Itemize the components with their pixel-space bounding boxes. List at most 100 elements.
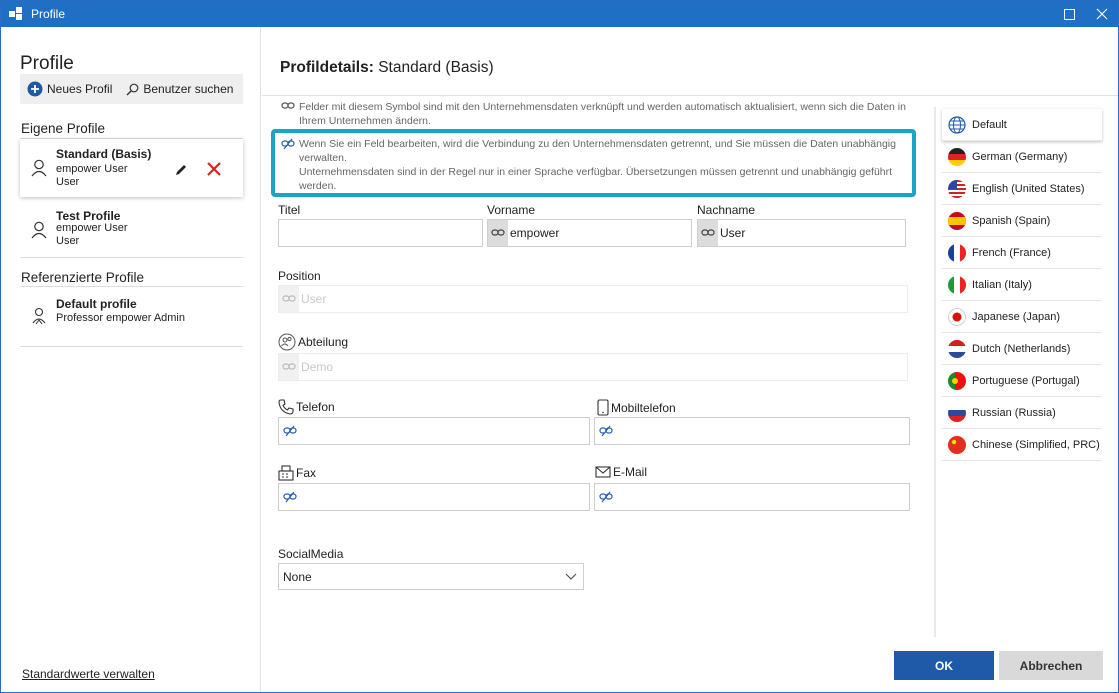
flag-italy-icon bbox=[948, 275, 966, 294]
close-button[interactable] bbox=[1087, 1, 1117, 27]
language-label: Portuguese (Portugal) bbox=[972, 374, 1080, 387]
language-item-spanish[interactable]: Spanish (Spain) bbox=[942, 205, 1102, 237]
page-title: Profildetails: Standard (Basis) bbox=[280, 59, 494, 77]
info-translation-text: Unternehmensdaten sind in der Regel nur … bbox=[299, 166, 893, 192]
search-user-button[interactable]: Benutzer suchen bbox=[126, 82, 233, 96]
language-label: English (United States) bbox=[972, 182, 1085, 195]
language-item-dutch[interactable]: Dutch (Netherlands) bbox=[942, 333, 1102, 365]
link-icon bbox=[698, 220, 718, 246]
profile-user: empower User bbox=[56, 222, 128, 234]
info-unlinked-fields: Wenn Sie ein Feld bearbeiten, wird die V… bbox=[281, 137, 911, 193]
divider bbox=[20, 286, 243, 287]
divider bbox=[20, 346, 243, 347]
language-label: German (Germany) bbox=[972, 150, 1068, 163]
titel-label: Titel bbox=[278, 203, 301, 217]
flag-netherlands-icon bbox=[948, 339, 966, 358]
flag-spain-icon bbox=[948, 211, 966, 230]
info-linked-text: Felder mit diesem Symbol sind mit den Un… bbox=[299, 101, 906, 127]
ok-button[interactable]: OK bbox=[894, 651, 994, 680]
search-icon bbox=[126, 83, 139, 96]
unlink-icon bbox=[283, 491, 297, 503]
profile-user: Professor empower Admin bbox=[56, 312, 185, 324]
telefon-input[interactable] bbox=[278, 417, 590, 445]
flag-russia-icon bbox=[948, 403, 966, 422]
flag-usa-icon bbox=[948, 179, 966, 198]
language-label: Dutch (Netherlands) bbox=[972, 342, 1071, 355]
department-icon bbox=[278, 333, 296, 351]
language-item-german[interactable]: German (Germany) bbox=[942, 141, 1102, 173]
sidebar-heading: Profile bbox=[20, 53, 74, 74]
email-input[interactable] bbox=[594, 483, 910, 511]
language-item-japanese[interactable]: Japanese (Japan) bbox=[942, 301, 1102, 333]
profile-name: Standard (Basis) bbox=[56, 147, 152, 161]
fax-label: Fax bbox=[278, 465, 316, 481]
language-list: Default German (Germany) English (United… bbox=[942, 109, 1102, 461]
divider bbox=[20, 257, 243, 258]
titel-input[interactable] bbox=[278, 219, 483, 247]
mobile-phone-icon bbox=[597, 399, 609, 416]
language-item-russian[interactable]: Russian (Russia) bbox=[942, 397, 1102, 429]
language-label: Russian (Russia) bbox=[972, 406, 1056, 419]
nachname-input[interactable]: User bbox=[697, 219, 906, 247]
mobiltelefon-label: Mobiltelefon bbox=[597, 399, 676, 416]
profile-item-standard[interactable]: Standard (Basis) empower User User bbox=[20, 139, 243, 197]
language-item-italian[interactable]: Italian (Italy) bbox=[942, 269, 1102, 301]
cancel-button[interactable]: Abbrechen bbox=[999, 651, 1103, 680]
info-linked-fields: Felder mit diesem Symbol sind mit den Un… bbox=[281, 100, 911, 128]
new-profile-button[interactable]: Neues Profil bbox=[27, 81, 112, 97]
new-profile-label: Neues Profil bbox=[47, 82, 113, 96]
abteilung-label: Abteilung bbox=[278, 333, 348, 351]
language-item-default[interactable]: Default bbox=[942, 109, 1102, 141]
fax-input[interactable] bbox=[278, 483, 590, 511]
link-icon bbox=[281, 101, 295, 115]
language-divider bbox=[934, 107, 936, 637]
profile-name: Default profile bbox=[56, 297, 137, 311]
language-label: Italian (Italy) bbox=[972, 278, 1032, 291]
vorname-label: Vorname bbox=[487, 203, 536, 217]
position-label: Position bbox=[278, 269, 321, 283]
language-label: Default bbox=[972, 118, 1007, 131]
manage-defaults-link[interactable]: Standardwerte verwalten bbox=[22, 667, 155, 681]
plus-circle-icon bbox=[27, 81, 43, 97]
profile-details-panel: Profildetails: Standard (Basis) Felder m… bbox=[262, 27, 1118, 692]
unlink-icon bbox=[599, 425, 613, 437]
unlink-icon bbox=[283, 425, 297, 437]
language-item-chinese[interactable]: Chinese (Simplified, PRC) bbox=[942, 429, 1102, 461]
flag-japan-icon bbox=[948, 307, 966, 326]
language-label: Spanish (Spain) bbox=[972, 214, 1051, 227]
profile-window: Profile Profile Neues Profil Benutzer su… bbox=[0, 0, 1119, 693]
sidebar-toolbar: Neues Profil Benutzer suchen bbox=[20, 74, 243, 104]
flag-germany-icon bbox=[948, 147, 966, 166]
flag-portugal-icon bbox=[948, 371, 966, 390]
abteilung-input: Demo bbox=[278, 353, 908, 381]
mobiltelefon-input[interactable] bbox=[594, 417, 910, 445]
language-label: French (France) bbox=[972, 246, 1051, 259]
language-item-french[interactable]: French (France) bbox=[942, 237, 1102, 269]
user-icon bbox=[31, 159, 47, 180]
own-profiles-heading: Eigene Profile bbox=[21, 121, 106, 136]
mail-icon bbox=[595, 466, 611, 478]
profile-sidebar: Profile Neues Profil Benutzer suchen Eig… bbox=[1, 27, 261, 692]
search-user-label: Benutzer suchen bbox=[143, 82, 234, 96]
chevron-down-icon bbox=[565, 571, 577, 585]
profile-item-default[interactable]: Default profile Professor empower Admin bbox=[20, 290, 243, 348]
shared-user-icon bbox=[31, 307, 47, 328]
telefon-label: Telefon bbox=[278, 399, 335, 415]
delete-x-icon[interactable] bbox=[206, 161, 222, 180]
nachname-label: Nachname bbox=[697, 203, 756, 217]
language-item-english[interactable]: English (United States) bbox=[942, 173, 1102, 205]
socialmedia-select[interactable]: None bbox=[278, 563, 584, 590]
profile-item-test[interactable]: Test Profile empower User User bbox=[20, 201, 243, 259]
language-item-portuguese[interactable]: Portuguese (Portugal) bbox=[942, 365, 1102, 397]
title-bar: Profile bbox=[1, 1, 1118, 27]
link-icon bbox=[279, 286, 299, 312]
flag-france-icon bbox=[948, 243, 966, 262]
position-input: User bbox=[278, 285, 908, 313]
flag-china-icon bbox=[948, 435, 966, 454]
fax-icon bbox=[278, 465, 294, 481]
maximize-button[interactable] bbox=[1054, 1, 1084, 27]
vorname-input[interactable]: empower bbox=[487, 219, 692, 247]
info-unlinked-text: Wenn Sie ein Feld bearbeiten, wird die V… bbox=[299, 138, 896, 164]
profile-user: empower User bbox=[56, 163, 128, 175]
edit-pencil-icon[interactable] bbox=[174, 163, 188, 180]
